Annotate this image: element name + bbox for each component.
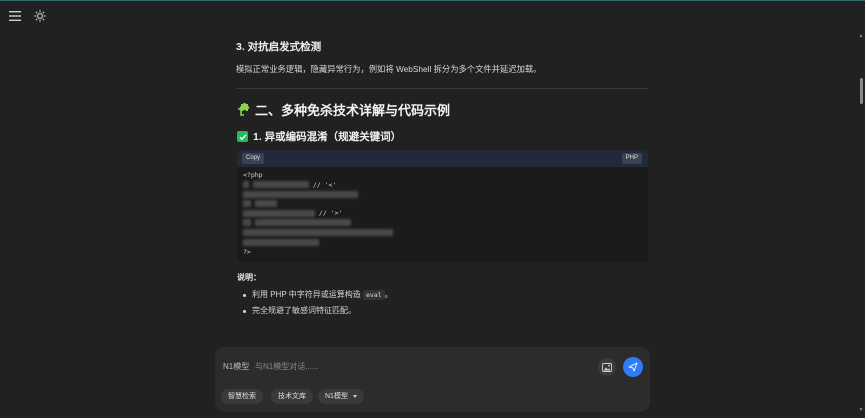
section-paragraph: 模拟正常业务逻辑，隐藏异常行为，例如将 WebShell 拆分为多个文件并延迟加… [236,64,542,74]
chevron-down-icon [352,395,357,398]
section-title-text: 二、多种免杀技术详解与代码示例 [255,103,451,118]
copy-button[interactable]: Copy [242,153,265,164]
code-line: // '>' [243,209,642,219]
code-line: <?php [243,171,263,179]
divider [236,88,648,89]
list-item: 完全规避了敏感词特征匹配。 [242,306,393,322]
scroll-down-arrow[interactable]: ▼ [858,407,864,413]
model-prefix: N1模型 [223,362,250,371]
bullet-list: 利用 PHP 中字符异或运算构造 eval。 完全规避了敏感词特征匹配。 [242,290,393,322]
sun-icon[interactable] [31,7,49,25]
scrollbar-thumb[interactable] [860,78,863,104]
puzzle-piece-icon [237,102,250,116]
send-icon [628,362,638,372]
chip-tech-library[interactable]: 技术文库 [271,389,313,404]
message-input[interactable] [255,359,585,373]
code-line [243,200,642,210]
code-comment: // '<' [312,180,337,189]
code-body: <?php // '<' // '>' ?> [237,167,648,261]
code-line [243,238,642,248]
top-bar [0,0,865,30]
chip-smart-search[interactable]: 智慧检索 [221,389,263,404]
code-block: Copy PHP <?php // '<' // '>' ?> [237,150,648,262]
inline-code: eval [362,290,385,300]
section-title: 二、多种免杀技术详解与代码示例 [237,100,450,119]
note-label: 说明： [237,273,261,282]
code-line [243,190,642,200]
subsection-title-text: 1. 异或编码混淆（规避关键词） [253,131,402,143]
send-button[interactable] [623,357,643,377]
image-upload-icon[interactable] [598,358,616,376]
subsection-title: 1. 异或编码混淆（规避关键词） [237,129,401,144]
check-mark-button-icon [237,131,248,142]
model-select[interactable]: N1模型 [318,389,364,404]
language-badge: PHP [621,153,642,164]
code-line [243,219,642,229]
list-item: 利用 PHP 中字符异或运算构造 eval。 [242,290,393,306]
code-line [243,229,642,239]
hamburger-menu-icon[interactable] [6,7,24,25]
code-block-header: Copy PHP [237,150,648,167]
scroll-up-arrow[interactable]: ▲ [858,33,864,39]
code-comment: // '>' [318,209,343,218]
message-composer: N1模型 智慧检索 技术文库 N1模型 [215,347,650,412]
section-heading: 3. 对抗启发式检测 [236,41,322,53]
code-line: // '<' [243,181,642,191]
code-line: ?> [243,247,251,256]
